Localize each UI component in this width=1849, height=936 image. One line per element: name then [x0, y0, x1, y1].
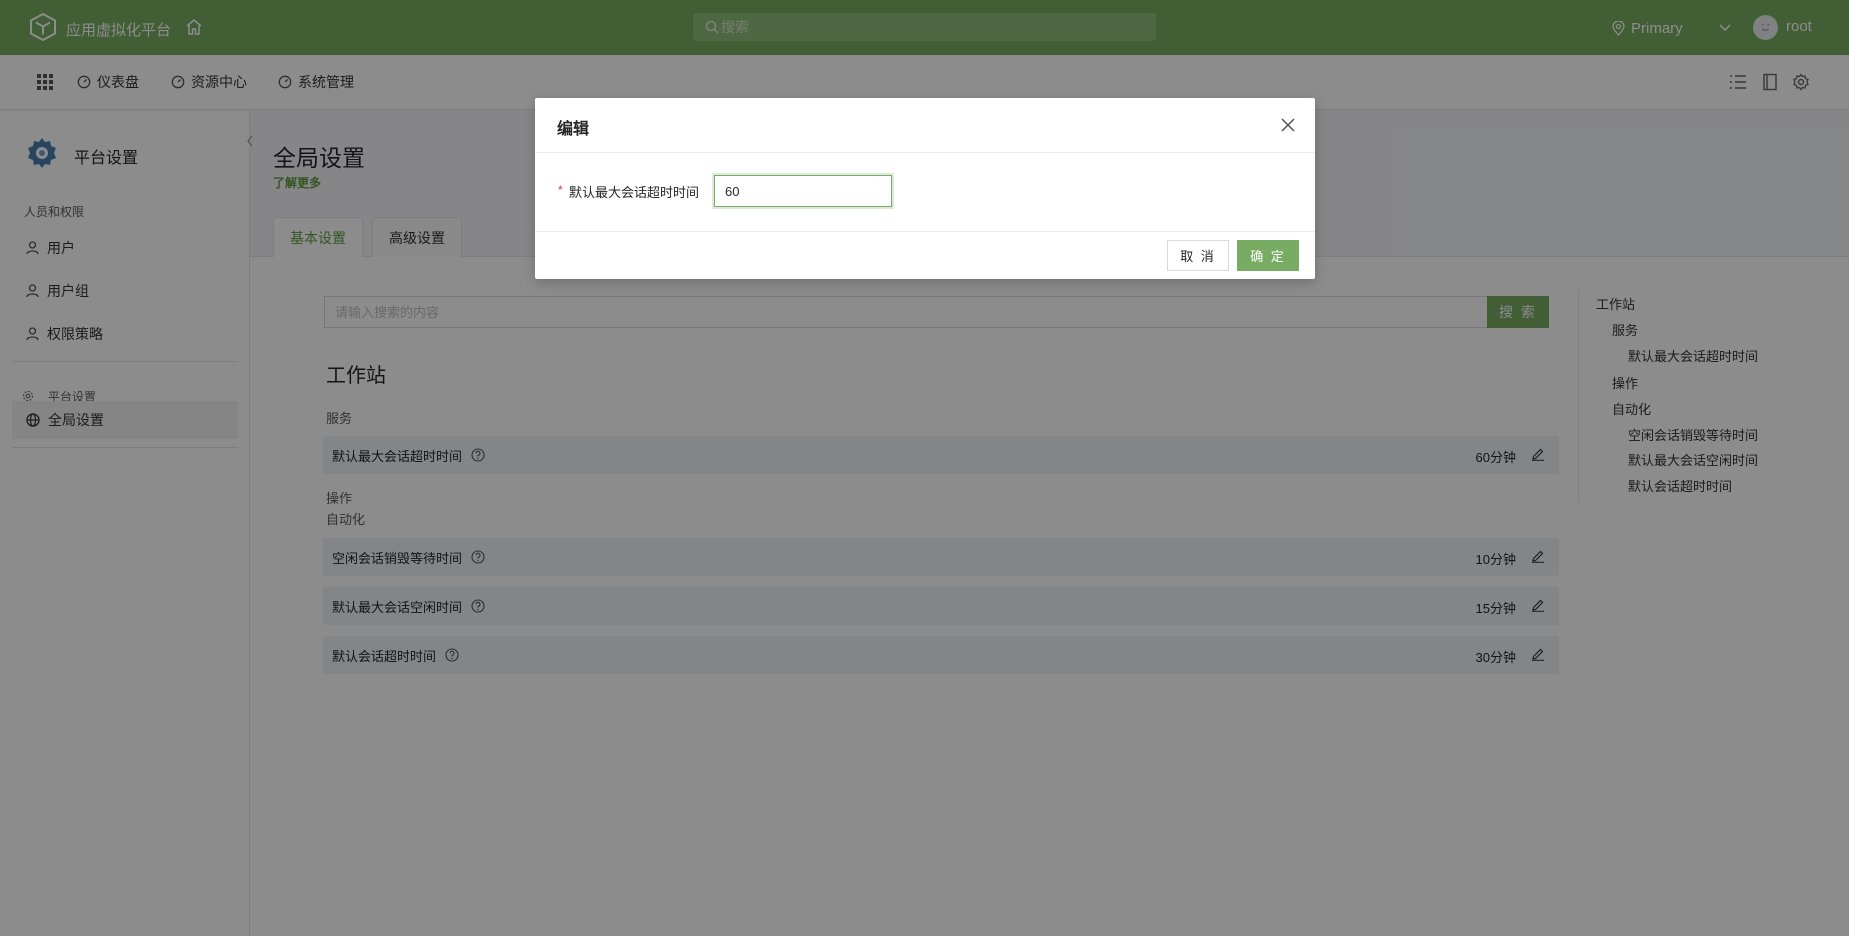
modal-header: 编辑 [535, 98, 1315, 153]
close-icon[interactable] [1280, 117, 1296, 133]
timeout-field-label: 默认最大会话超时时间 [569, 185, 700, 200]
modal-title: 编辑 [557, 121, 590, 138]
cancel-button[interactable]: 取 消 [1167, 240, 1229, 271]
confirm-button[interactable]: 确 定 [1237, 240, 1299, 271]
edit-modal: 编辑 * 默认最大会话超时时间 取 消 确 定 [535, 98, 1315, 279]
timeout-field[interactable] [714, 175, 892, 207]
modal-footer: 取 消 确 定 [535, 231, 1315, 279]
required-mark: * [558, 183, 563, 197]
